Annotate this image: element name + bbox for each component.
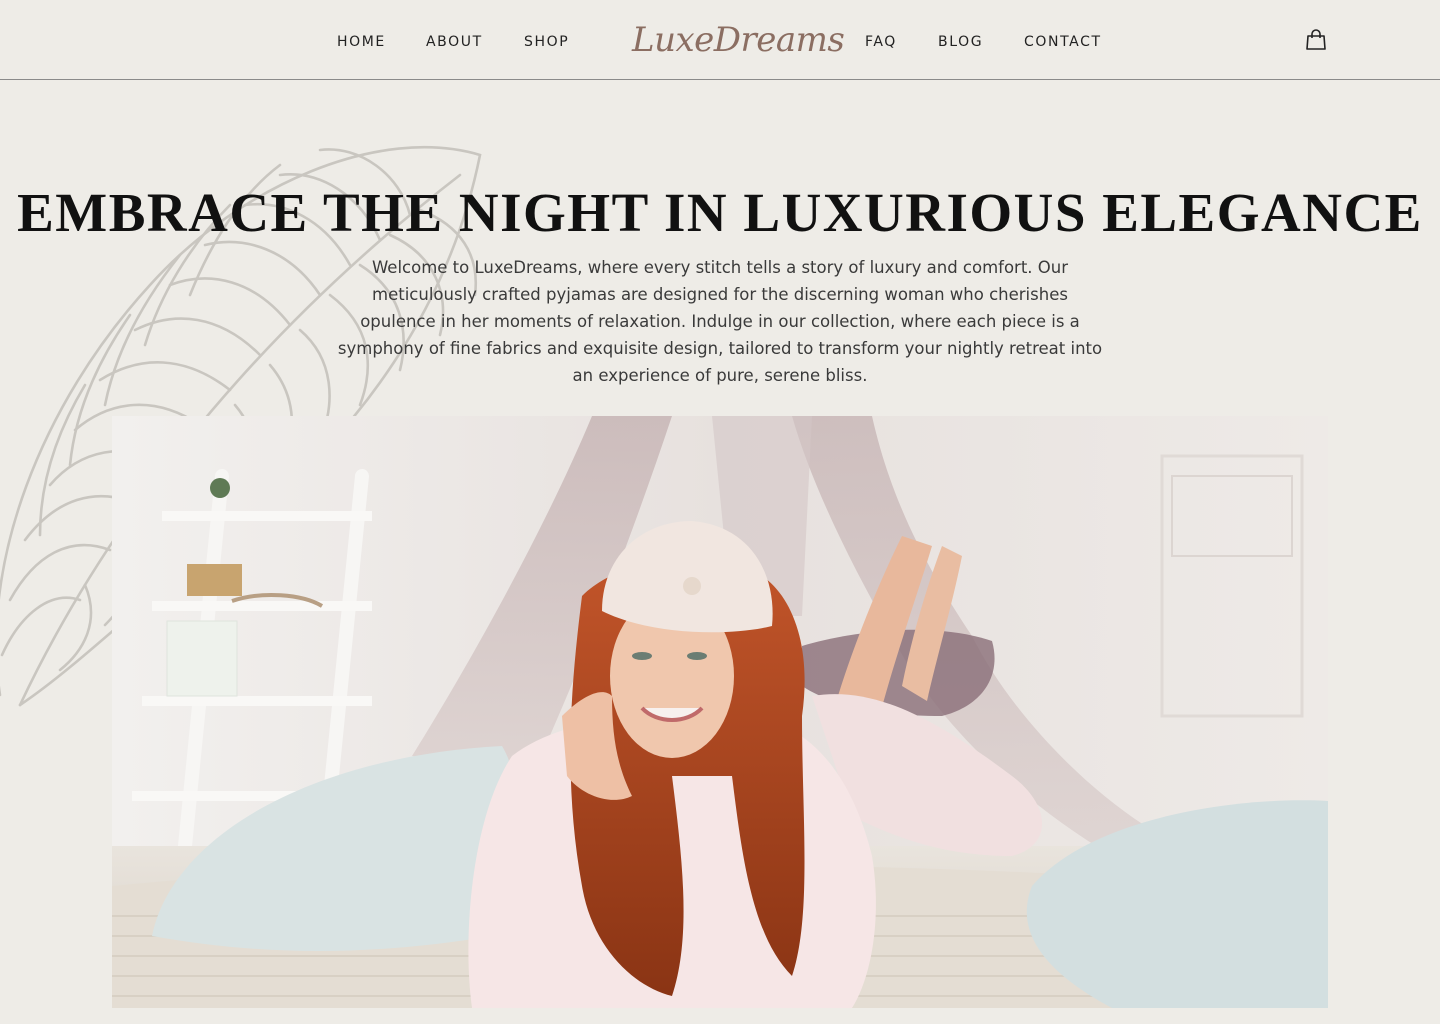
hero-description: Welcome to LuxeDreams, where every stitc…	[337, 258, 1103, 385]
nav-blog[interactable]: BLOG	[938, 33, 983, 51]
nav-about[interactable]: ABOUT	[426, 33, 483, 51]
shopping-bag-icon[interactable]	[1305, 29, 1327, 51]
nav-contact[interactable]: CONTACT	[1024, 33, 1102, 51]
nav-home[interactable]: HOME	[337, 33, 386, 51]
hero-photo	[112, 416, 1328, 1008]
site-header: HOME ABOUT SHOP LuxeDreams FAQ BLOG CONT…	[0, 0, 1440, 80]
nav-faq[interactable]: FAQ	[865, 33, 897, 51]
page: HOME ABOUT SHOP LuxeDreams FAQ BLOG CONT…	[0, 0, 1440, 1024]
nav-shop[interactable]: SHOP	[524, 33, 569, 51]
hero-title: EMBRACE THE NIGHT IN LUXURIOUS ELEGANCE	[17, 182, 1423, 243]
brand-logo[interactable]: LuxeDreams	[632, 16, 845, 64]
